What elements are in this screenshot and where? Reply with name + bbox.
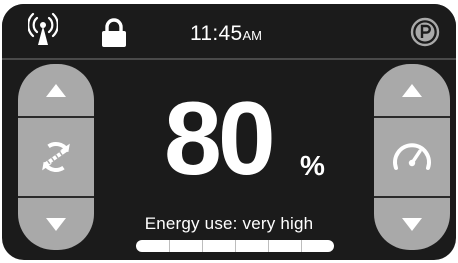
status-divider xyxy=(2,58,456,60)
clock: 11:45AM xyxy=(190,22,262,46)
energy-bar-tick xyxy=(268,240,269,252)
speedometer-icon xyxy=(393,143,431,170)
left-mode-button[interactable] xyxy=(18,118,94,196)
left-up-button[interactable] xyxy=(18,64,94,116)
energy-bar-tick xyxy=(169,240,170,252)
energy-bar-tick xyxy=(202,240,203,252)
energy-bar-tick xyxy=(235,240,236,252)
right-speed-button[interactable] xyxy=(374,118,450,196)
status-bar: 11:45AM xyxy=(2,4,456,58)
percentage-readout: 80 % xyxy=(160,84,340,194)
energy-use-label: Energy use: very high xyxy=(144,214,314,233)
antenna-signal-icon xyxy=(28,12,58,45)
right-up-button[interactable] xyxy=(374,64,450,116)
energy-bar-tick xyxy=(301,240,302,252)
percent-sign: % xyxy=(300,150,325,181)
clock-time: 11:45 xyxy=(190,22,243,45)
up-arrow-icon xyxy=(46,83,66,97)
energy-use-bar xyxy=(136,240,334,252)
clock-suffix: AM xyxy=(242,28,263,43)
up-arrow-icon xyxy=(402,83,422,97)
parking-brake-icon[interactable] xyxy=(410,17,440,47)
percentage-value: 80 xyxy=(164,81,276,197)
rotate-arrows-icon xyxy=(42,142,70,172)
lock-icon xyxy=(102,18,126,47)
